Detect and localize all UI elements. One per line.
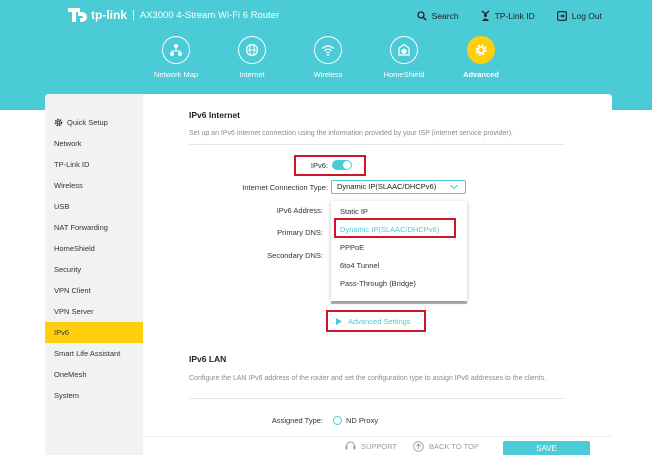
connection-type-label: Internet Connection Type: xyxy=(242,183,328,192)
content-area: IPv6 Internet Set up an IPv6 internet co… xyxy=(143,94,612,455)
search-link[interactable]: Search xyxy=(417,10,459,21)
back-to-top-link[interactable]: BACK TO TOP xyxy=(413,441,479,452)
connection-type-select[interactable]: Dynamic IP(SLAAC/DHCPv6) xyxy=(331,180,466,194)
primary-dns-label: Primary DNS: xyxy=(277,228,323,237)
router-model: AX3000 4-Stream Wi-Fi 6 Router xyxy=(139,9,280,21)
nav-network-map[interactable]: Network Map xyxy=(136,36,216,79)
sidebar-item-usb[interactable]: USB xyxy=(45,196,143,217)
ipv6-internet-title: IPv6 Internet xyxy=(189,110,241,120)
nd-proxy-radio[interactable] xyxy=(333,416,342,425)
chevron-down-icon xyxy=(450,184,458,190)
footer-bar: SUPPORT BACK TO TOP SAVE xyxy=(143,436,612,455)
secondary-dns-label: Secondary DNS: xyxy=(267,251,323,260)
sidebar-item-vpn-client[interactable]: VPN Client xyxy=(45,280,143,301)
user-icon xyxy=(481,10,490,21)
top-links: Search TP-Link ID Log Out xyxy=(417,10,602,21)
nav-advanced-label: Advanced xyxy=(463,70,499,79)
back-to-top-label: BACK TO TOP xyxy=(429,442,479,451)
support-link[interactable]: SUPPORT xyxy=(345,441,397,451)
brand-name: tp-link xyxy=(91,8,127,22)
nav-internet[interactable]: Internet xyxy=(212,36,292,79)
sidebar-item-network[interactable]: Network xyxy=(45,133,143,154)
gear-icon xyxy=(467,36,495,64)
wifi-icon xyxy=(314,36,342,64)
brand-logo[interactable]: tp-link | AX3000 4-Stream Wi-Fi 6 Router xyxy=(66,6,279,24)
sidebar: Quick Setup Network TP-Link ID Wireless … xyxy=(45,94,143,455)
tp-link-logo-icon xyxy=(66,6,88,24)
sidebar-item-wireless[interactable]: Wireless xyxy=(45,175,143,196)
sidebar-item-vpn-server[interactable]: VPN Server xyxy=(45,301,143,322)
tp-link-id-label: TP-Link ID xyxy=(494,10,535,21)
nav-internet-label: Internet xyxy=(239,70,265,79)
support-label: SUPPORT xyxy=(361,441,398,451)
arrow-up-circle-icon xyxy=(413,441,424,452)
quick-setup-icon xyxy=(54,118,63,127)
nav-network-map-label: Network Map xyxy=(153,70,199,79)
nav-homeshield[interactable]: HomeShield xyxy=(364,36,444,79)
logout-label: Log Out xyxy=(571,10,602,21)
logout-icon xyxy=(556,10,567,21)
main-nav: Network Map Internet Wireless HomeShield… xyxy=(0,36,652,86)
ipv6-internet-description: Set up an IPv6 internet connection using… xyxy=(189,130,513,137)
nav-wireless[interactable]: Wireless xyxy=(288,36,368,79)
ipv6-lan-title: IPv6 LAN xyxy=(189,354,227,364)
home-shield-icon xyxy=(390,36,418,64)
globe-icon xyxy=(238,36,266,64)
connection-type-value: Dynamic IP(SLAAC/DHCPv6) xyxy=(337,182,437,191)
sidebar-item-nat-forwarding[interactable]: NAT Forwarding xyxy=(45,217,143,238)
brand-separator: | xyxy=(132,9,135,21)
headset-icon xyxy=(345,441,356,450)
option-pass-through[interactable]: Pass-Through (Bridge) xyxy=(331,275,467,292)
sidebar-item-ipv6[interactable]: IPv6 xyxy=(45,322,143,343)
logout-link[interactable]: Log Out xyxy=(556,10,602,21)
ipv6-lan-description: Configure the LAN IPv6 address of the ro… xyxy=(189,375,547,382)
search-link-label: Search xyxy=(431,10,459,21)
highlight-box-advanced-settings xyxy=(326,310,426,332)
sidebar-item-quick-setup[interactable]: Quick Setup xyxy=(45,112,143,133)
sidebar-item-tp-link-id[interactable]: TP-Link ID xyxy=(45,154,143,175)
sidebar-item-onemesh[interactable]: OneMesh xyxy=(45,364,143,385)
section-divider xyxy=(189,144,564,145)
section-divider xyxy=(189,398,564,399)
sidebar-item-homeshield[interactable]: HomeShield xyxy=(45,238,143,259)
network-map-icon xyxy=(162,36,190,64)
option-6to4-tunnel[interactable]: 6to4 Tunnel xyxy=(331,257,467,274)
nav-advanced[interactable]: Advanced xyxy=(441,36,521,79)
tp-link-id-link[interactable]: TP-Link ID xyxy=(481,10,535,21)
nd-proxy-label: ND Proxy xyxy=(346,416,379,425)
sidebar-item-system[interactable]: System xyxy=(45,385,143,406)
assigned-type-label: Assigned Type: xyxy=(271,416,323,425)
sidebar-item-smart-life-assistant[interactable]: Smart Life Assistant xyxy=(45,343,143,364)
highlight-box-dynamic-ip xyxy=(334,218,456,238)
connection-type-dropdown: Static IP Dynamic IP(SLAAC/DHCPv6) PPPoE… xyxy=(331,201,467,301)
nav-wireless-label: Wireless xyxy=(313,70,343,79)
sidebar-item-label: Quick Setup xyxy=(67,118,108,127)
option-pppoe[interactable]: PPPoE xyxy=(331,239,467,256)
highlight-box-ipv6 xyxy=(294,155,366,176)
nav-homeshield-label: HomeShield xyxy=(383,70,425,79)
save-button[interactable]: SAVE xyxy=(503,441,590,455)
search-icon xyxy=(417,10,427,21)
sidebar-item-security[interactable]: Security xyxy=(45,259,143,280)
ipv6-address-label: IPv6 Address: xyxy=(276,206,323,215)
